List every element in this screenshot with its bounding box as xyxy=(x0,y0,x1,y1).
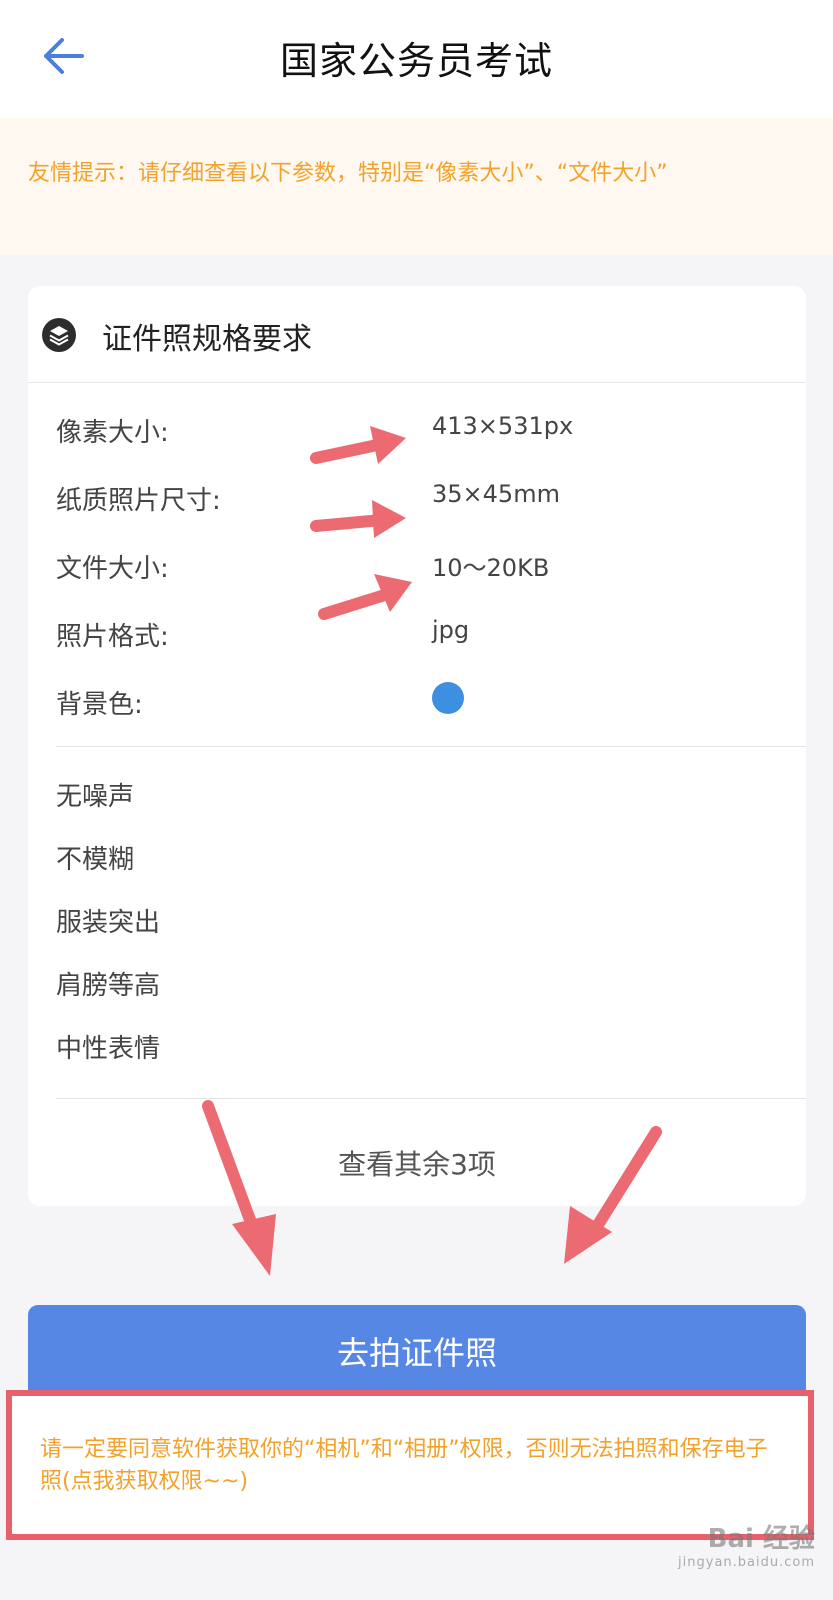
watermark-brand: Bai 经验 xyxy=(707,1524,815,1554)
spec-label: 背景色: xyxy=(56,690,143,720)
divider xyxy=(56,746,806,747)
requirement-item: 无噪声 xyxy=(56,782,135,812)
annotation-arrow-icon xyxy=(310,426,406,464)
spec-label: 纸质照片尺寸: xyxy=(56,486,221,516)
spec-row-background-color: 背景色: xyxy=(56,682,776,724)
page-title: 国家公务员考试 xyxy=(279,39,553,83)
take-id-photo-button[interactable]: 去拍证件照 xyxy=(28,1305,806,1401)
top-bar: 国家公务员考试 xyxy=(0,0,833,118)
watermark-url: jingyan.baidu.com xyxy=(678,1555,815,1570)
tip-text: 友情提示：请仔细查看以下参数，特别是“像素大小”、“文件大小” xyxy=(28,161,668,186)
layers-icon xyxy=(42,318,76,352)
spec-value: 35×45mm xyxy=(432,480,560,508)
background-color-swatch xyxy=(432,682,464,714)
spec-value: 10～20KB xyxy=(432,554,550,582)
spec-value: 413×531px xyxy=(432,412,574,440)
annotation-arrow-icon xyxy=(564,1126,662,1264)
requirement-item: 服装突出 xyxy=(56,908,161,938)
spec-value: jpg xyxy=(432,616,470,644)
view-more-link[interactable]: 查看其余3项 xyxy=(28,1143,806,1183)
spec-label: 像素大小: xyxy=(56,418,169,448)
photo-spec-card: 证件照规格要求 像素大小: 413×531px 纸质照片尺寸: 35×45mm … xyxy=(28,286,806,1206)
annotation-arrow-icon xyxy=(202,1100,276,1276)
requirement-item: 不模糊 xyxy=(56,845,135,875)
annotation-arrow-icon xyxy=(310,500,406,538)
spec-label: 文件大小: xyxy=(56,554,169,584)
requirement-item: 中性表情 xyxy=(56,1034,161,1064)
spec-row-print-size: 纸质照片尺寸: 35×45mm xyxy=(56,480,776,520)
card-title: 证件照规格要求 xyxy=(102,322,312,357)
annotation-arrow-icon xyxy=(318,574,412,620)
spec-label: 照片格式: xyxy=(56,622,169,652)
permission-text[interactable]: 请一定要同意软件获取你的“相机”和“相册”权限，否则无法拍照和保存电子照(点我获… xyxy=(40,1434,788,1498)
card-header: 证件照规格要求 xyxy=(28,286,806,383)
tip-banner: 友情提示：请仔细查看以下参数，特别是“像素大小”、“文件大小” xyxy=(0,118,833,255)
spec-row-format: 照片格式: jpg xyxy=(56,616,776,656)
requirement-item: 肩膀等高 xyxy=(56,971,161,1001)
watermark-logo: Bai 经验 jingyan.baidu.com xyxy=(678,1518,815,1570)
spec-row-pixel-size: 像素大小: 413×531px xyxy=(56,412,776,452)
spec-row-file-size: 文件大小: 10～20KB xyxy=(56,548,776,588)
divider xyxy=(56,1098,806,1099)
